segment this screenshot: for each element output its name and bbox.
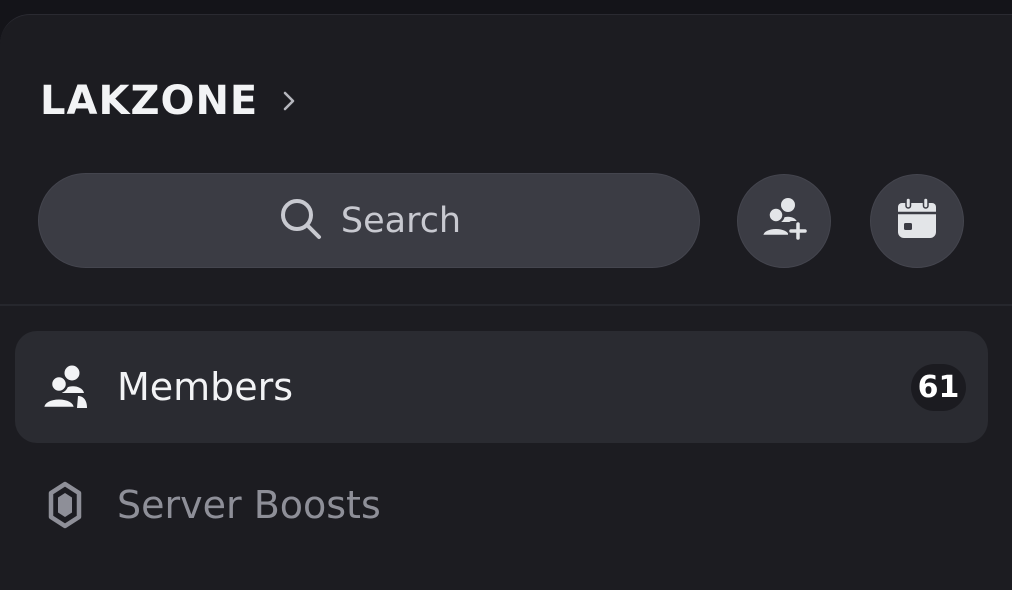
members-icon (39, 361, 91, 413)
server-sidebar-panel: LAKZONE Search Members 61 Server Boosts (0, 14, 1012, 590)
server-header[interactable]: LAKZONE (40, 79, 300, 123)
search-button[interactable]: Search (38, 173, 700, 268)
search-icon (277, 195, 325, 247)
add-member-icon (759, 194, 809, 248)
invite-members-button[interactable] (737, 174, 831, 268)
events-button[interactable] (870, 174, 964, 268)
chevron-right-icon[interactable] (278, 90, 300, 112)
server-name[interactable]: LAKZONE (40, 79, 258, 123)
server-boosts-channel[interactable]: Server Boosts (15, 449, 988, 561)
search-label: Search (340, 200, 462, 241)
header-divider (0, 304, 1012, 306)
server-boosts-label: Server Boosts (117, 483, 381, 527)
members-count-badge: 61 (911, 364, 966, 411)
boost-gem-icon (39, 479, 91, 531)
members-channel[interactable]: Members 61 (15, 331, 988, 443)
members-label: Members (117, 365, 294, 409)
calendar-icon (893, 195, 941, 247)
